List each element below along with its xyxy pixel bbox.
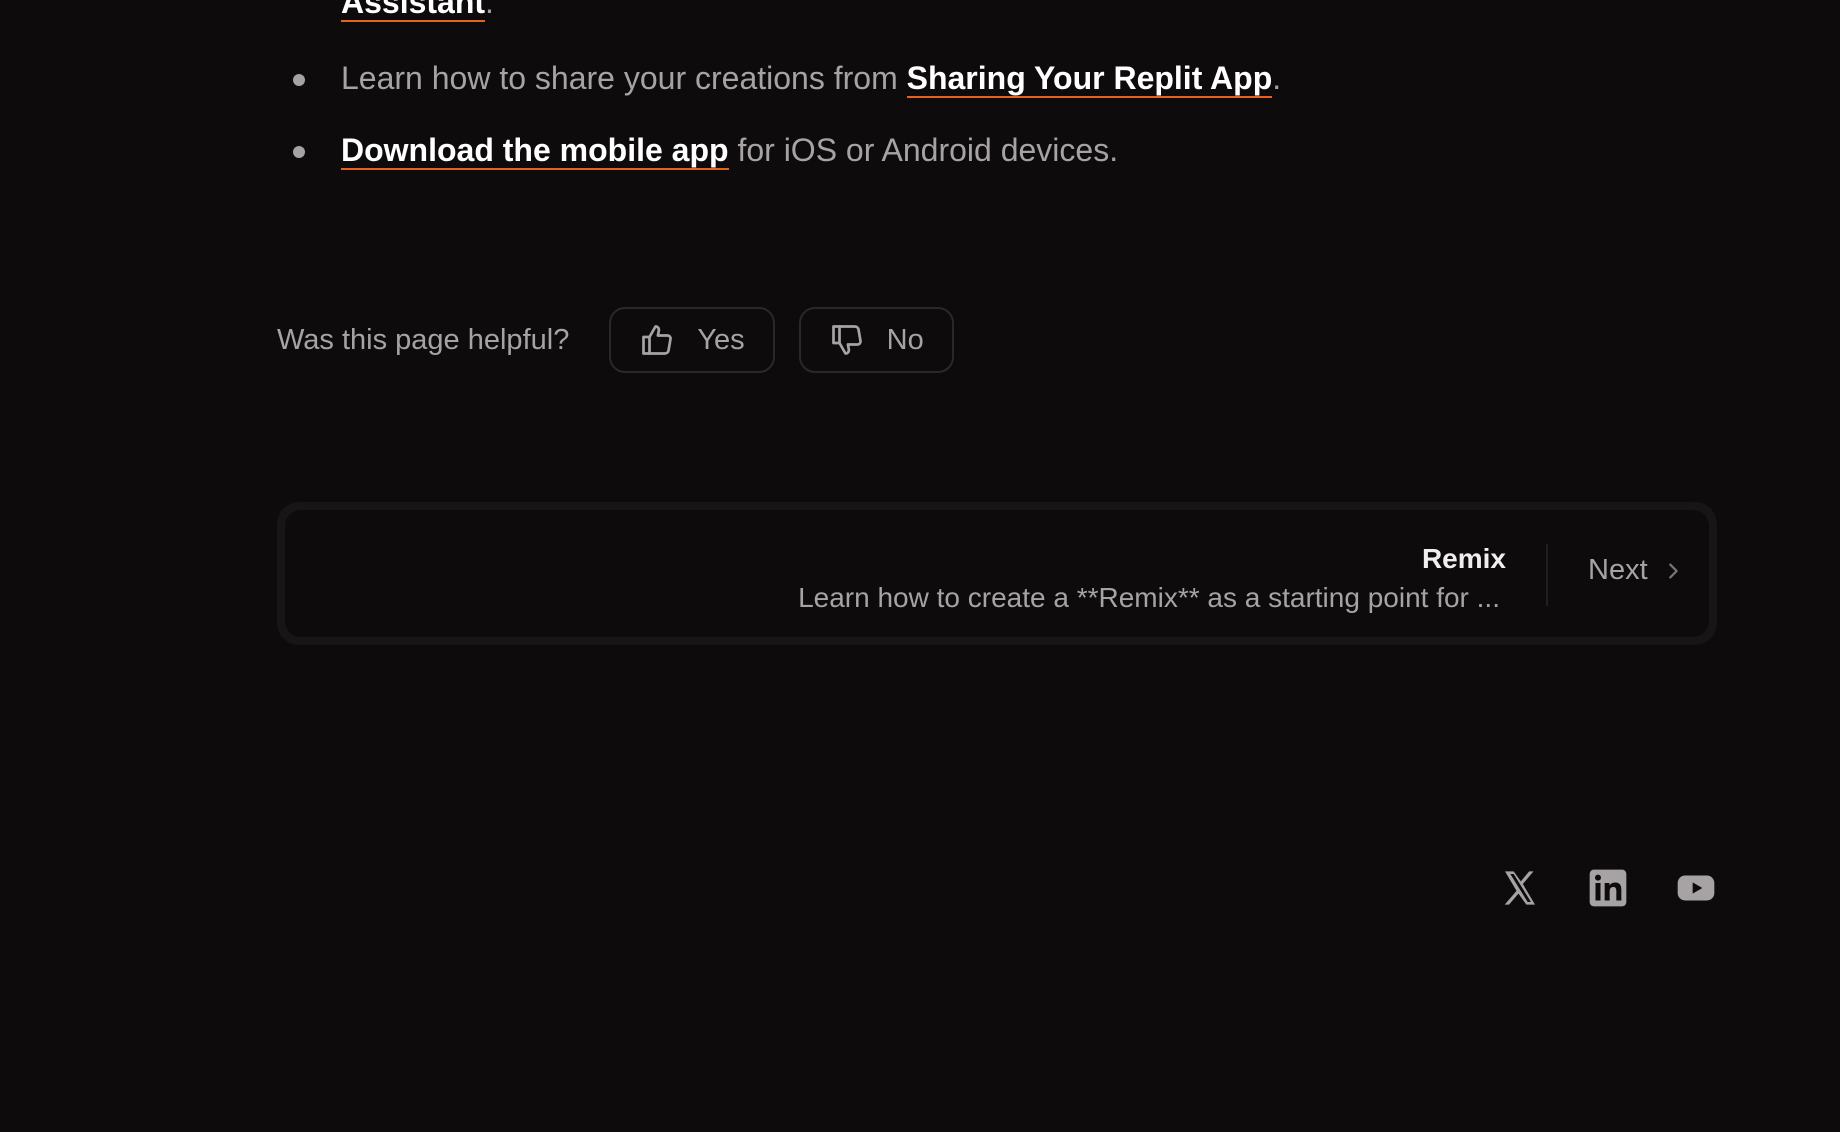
yes-label: Yes [697, 323, 745, 356]
youtube-icon [1677, 875, 1715, 901]
page-feedback: Was this page helpful? Yes No [277, 306, 978, 374]
linkedin-icon [1589, 869, 1627, 907]
next-page-description: Learn how to create a **Remix** as a sta… [798, 582, 1500, 613]
next-label: Next [1588, 554, 1648, 586]
list-item-text: Learn how to share your creations from S… [341, 58, 1281, 98]
partial-line-suffix: . [485, 0, 494, 20]
linkedin-link[interactable] [1588, 868, 1628, 908]
x-icon [1504, 871, 1535, 905]
partial-bullet-line: Assistant. [341, 0, 494, 22]
footer-social-links [1500, 868, 1716, 908]
next-button: Next [1588, 554, 1684, 587]
list-item-text: Download the mobile app for iOS or Andro… [341, 130, 1118, 170]
docs-page: Assistant. Learn how to share your creat… [0, 0, 1840, 1132]
next-page-title: Remix [1421, 543, 1506, 574]
thumbs-up-icon [642, 325, 673, 355]
feedback-question: Was this page helpful? [277, 323, 570, 356]
assistant-link[interactable]: Assistant [341, 0, 486, 22]
youtube-link[interactable] [1676, 868, 1716, 908]
no-label: No [886, 323, 924, 356]
feedback-yes-button[interactable]: Yes [609, 307, 775, 373]
pagination-divider [1546, 544, 1548, 606]
pagination-card: Remix Learn how to create a **Remix** as… [277, 502, 1717, 645]
download-mobile-app-link[interactable]: Download the mobile app [341, 132, 729, 170]
next-page-link[interactable]: Remix Learn how to create a **Remix** as… [285, 510, 1709, 637]
feedback-no-button[interactable]: No [798, 307, 954, 373]
list-item-suffix: . [1272, 60, 1282, 96]
chevron-right-icon [1668, 562, 1678, 579]
x-link[interactable] [1500, 868, 1540, 908]
bullet-dot [293, 146, 305, 158]
bullet-dot [293, 74, 305, 86]
sharing-replit-app-link[interactable]: Sharing Your Replit App [906, 60, 1273, 98]
thumbs-down-icon [831, 325, 862, 355]
list-item-suffix: for iOS or Android devices. [728, 132, 1119, 168]
list-item-prefix: Learn how to share your creations from [341, 60, 907, 96]
